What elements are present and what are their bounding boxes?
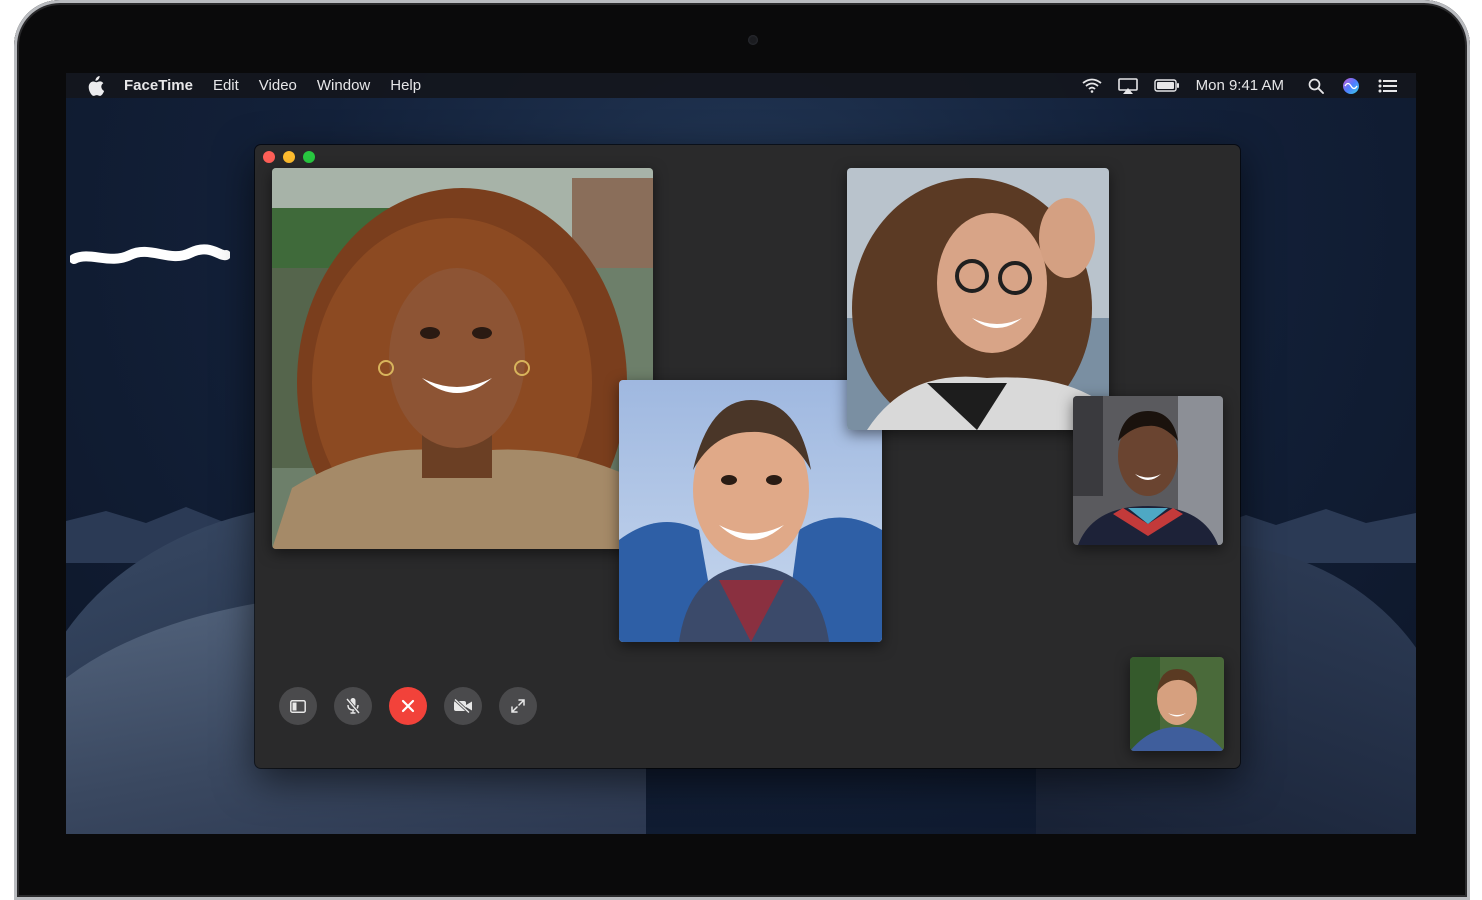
mute-microphone-icon [345,698,361,714]
menu-bar: FaceTime Edit Video Window Help Mon 9:41… [66,73,1416,98]
participant-tile-woman-glasses[interactable] [847,168,1109,430]
fullscreen-icon [511,699,525,713]
mute-button[interactable] [334,687,372,725]
notification-center-icon[interactable] [1378,79,1398,93]
menu-edit[interactable]: Edit [213,77,239,94]
sidebar-icon [290,699,306,713]
participant-tile-young-man[interactable] [619,380,882,642]
wifi-icon[interactable] [1082,78,1102,93]
desktop-screen: FaceTime Edit Video Window Help Mon 9:41… [66,73,1416,834]
fullscreen-button[interactable] [499,687,537,725]
menu-clock[interactable]: Mon 9:41 AM [1196,77,1284,94]
redaction-scribble [70,244,230,264]
end-call-icon [401,699,415,713]
menu-app-name[interactable]: FaceTime [124,77,193,94]
call-controls [279,687,537,725]
self-view-video [1130,657,1224,751]
facetime-window [255,145,1240,768]
menu-window[interactable]: Window [317,77,370,94]
camera-icon [748,35,758,45]
sidebar-button[interactable] [279,687,317,725]
menu-help[interactable]: Help [390,77,421,94]
camera-off-icon [453,699,472,713]
participant-tile-curly-hair-woman[interactable] [272,168,653,549]
window-close-button[interactable] [263,151,275,163]
menu-video[interactable]: Video [259,77,297,94]
apple-logo-icon[interactable] [86,75,104,96]
participant-video [1073,396,1223,545]
participant-tile-man-red-collar[interactable] [1073,396,1223,545]
participant-video [619,380,882,642]
window-minimize-button[interactable] [283,151,295,163]
participant-video [272,168,653,549]
camera-off-button[interactable] [444,687,482,725]
participant-video [847,168,1109,430]
siri-icon[interactable] [1342,77,1360,95]
end-call-button[interactable] [389,687,427,725]
self-view-tile[interactable] [1130,657,1224,751]
airplay-icon[interactable] [1117,77,1138,94]
search-icon[interactable] [1308,78,1324,94]
battery-icon[interactable] [1153,79,1180,92]
window-zoom-button[interactable] [303,151,315,163]
